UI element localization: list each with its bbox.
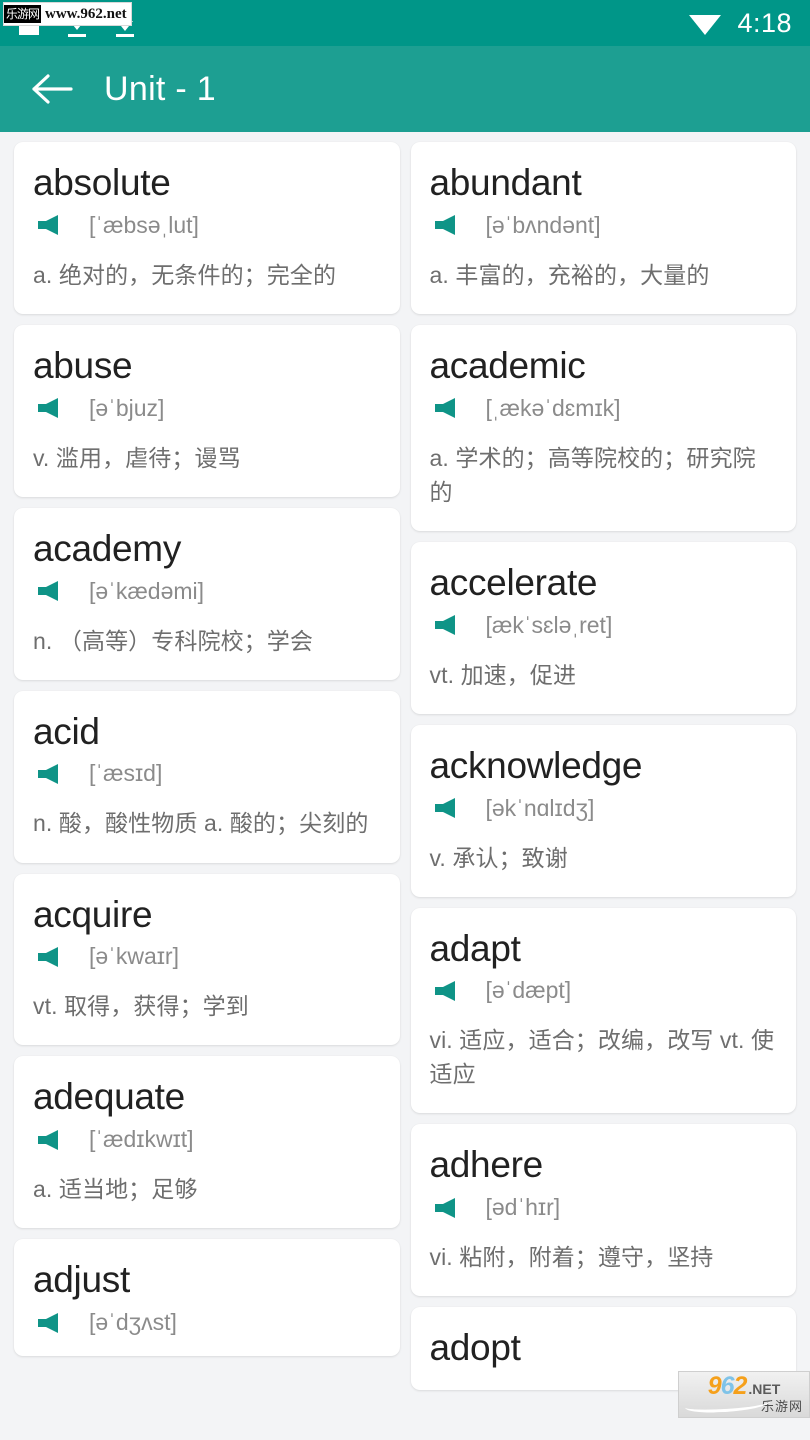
word-title: academy (33, 527, 182, 569)
phonetic-text: [ədˈhɪr] (485, 1194, 561, 1221)
watermark-url: www.962.net (45, 5, 127, 22)
word-title: adjust (33, 1259, 130, 1301)
speaker-icon[interactable] (36, 763, 66, 785)
phonetic-row: [əˈdʒʌst] (33, 1311, 380, 1334)
word-card[interactable]: accelerate [ækˈsɛləˌret] vt. 加速，促进 (410, 541, 796, 714)
status-bar: 4:18 乐游网 www.962.net (0, 0, 810, 46)
back-button[interactable] (26, 63, 78, 115)
word-title: acid (33, 710, 100, 752)
word-card[interactable]: acquire [əˈkwaɪr] vt. 取得，获得；学到 (14, 873, 400, 1046)
phonetic-row: [ˈæsɪd] (33, 762, 380, 785)
watermark-logo: 962 .NET 乐游网 (678, 1371, 810, 1418)
word-card[interactable]: acid [ˈæsɪd] n. 酸，酸性物质 a. 酸的；尖刻的 (14, 690, 400, 863)
phonetic-row: [ədˈhɪr] (430, 1196, 777, 1219)
word-title: abuse (33, 344, 133, 386)
phonetic-row: [əkˈnɑlɪdʒ] (430, 794, 777, 821)
phonetic-row: [ˈæbsəˌlut] (33, 211, 380, 238)
word-title: adapt (429, 927, 521, 969)
phonetic-text: [əˈkwaɪr] (89, 943, 179, 970)
word-card[interactable]: academic [ˌækəˈdɛmɪk] a. 学术的；高等院校的；研究院的 (410, 324, 796, 531)
speaker-icon[interactable] (36, 397, 66, 419)
speaker-icon[interactable] (433, 397, 463, 419)
phonetic-text: [ˌækəˈdɛmɪk] (485, 394, 621, 421)
speaker-icon[interactable] (36, 1312, 66, 1334)
phonetic-text: [əˈkædəmi] (89, 577, 205, 604)
meaning-text: n. 酸，酸性物质 a. 酸的；尖刻的 (33, 810, 369, 837)
phonetic-text: [əˈdʒʌst] (89, 1309, 177, 1336)
phonetic-row: [əˈbʌndənt] (430, 211, 777, 238)
word-card[interactable]: adjust [əˈdʒʌst] (14, 1239, 400, 1357)
speaker-icon[interactable] (433, 614, 463, 636)
word-card[interactable]: acknowledge [əkˈnɑlɪdʒ] v. 承认；致谢 (410, 724, 796, 897)
meaning-text: v. 承认；致谢 (429, 844, 568, 871)
speaker-icon[interactable] (36, 580, 66, 602)
word-title: acknowledge (429, 744, 643, 786)
speaker-icon[interactable] (433, 1197, 463, 1219)
watermark-badge: 乐游网 (4, 5, 42, 23)
phonetic-row: [ækˈsɛləˌret] (430, 611, 777, 638)
word-card-grid: absolute [ˈæbsəˌlut] a. 绝对的，无条件的；完全的 abu… (0, 132, 810, 1391)
word-title: adhere (429, 1144, 544, 1186)
word-title: academic (429, 344, 586, 386)
status-bar-right: 4:18 (687, 9, 792, 37)
phonetic-text: [əˈbjuz] (89, 394, 165, 421)
speaker-icon[interactable] (36, 1129, 66, 1151)
page-title: Unit - 1 (104, 69, 216, 108)
grid-column-left: absolute [ˈæbsəˌlut] a. 绝对的，无条件的；完全的 abu… (14, 142, 400, 1357)
speaker-icon[interactable] (433, 797, 463, 819)
meaning-text: a. 绝对的，无条件的；完全的 (33, 261, 337, 288)
watermark-url-strip: 乐游网 www.962.net (3, 2, 132, 26)
speaker-icon[interactable] (36, 214, 66, 236)
word-title: accelerate (429, 561, 598, 603)
word-card[interactable]: abuse [əˈbjuz] v. 滥用，虐待；谩骂 (14, 324, 400, 497)
speaker-icon[interactable] (433, 214, 463, 236)
phonetic-row: [əˈbjuz] (33, 394, 380, 421)
meaning-text: a. 丰富的，充裕的，大量的 (429, 261, 710, 288)
meaning-text: n. （高等）专科院校；学会 (33, 627, 313, 654)
word-title: absolute (33, 162, 171, 203)
meaning-text: a. 学术的；高等院校的；研究院的 (429, 444, 756, 505)
phonetic-text: [əˈbʌndənt] (485, 211, 601, 238)
phonetic-text: [ˈæsɪd] (89, 760, 163, 787)
word-card[interactable]: academy [əˈkædəmi] n. （高等）专科院校；学会 (14, 507, 400, 680)
phonetic-text: [ˈædɪkwɪt] (89, 1126, 194, 1153)
word-card[interactable]: abundant [əˈbʌndənt] a. 丰富的，充裕的，大量的 (410, 142, 796, 314)
phonetic-text: [ˈæbsəˌlut] (89, 211, 199, 238)
meaning-text: v. 滥用，虐待；谩骂 (33, 444, 241, 471)
word-title: acquire (33, 893, 153, 935)
meaning-text: vt. 加速，促进 (429, 661, 577, 688)
meaning-text: vt. 取得，获得；学到 (33, 993, 249, 1020)
word-title: abundant (429, 162, 582, 203)
phonetic-row: [ˌækəˈdɛmɪk] (430, 394, 777, 421)
phonetic-text: [əˈdæpt] (485, 977, 572, 1004)
phonetic-text: [əkˈnɑlɪdʒ] (485, 794, 595, 821)
word-card[interactable]: adequate [ˈædɪkwɪt] a. 适当地；足够 (14, 1056, 400, 1229)
speaker-icon[interactable] (433, 980, 463, 1002)
meaning-text: a. 适当地；足够 (33, 1176, 198, 1203)
word-card[interactable]: adapt [əˈdæpt] vi. 适应，适合；改编，改写 vt. 使适应 (410, 907, 796, 1114)
status-bar-clock: 4:18 (737, 7, 792, 38)
phonetic-row: [əˈdæpt] (430, 979, 777, 1002)
word-card[interactable]: absolute [ˈæbsəˌlut] a. 绝对的，无条件的；完全的 (14, 142, 400, 314)
phonetic-row: [ˈædɪkwɪt] (33, 1128, 380, 1151)
meaning-text: vi. 粘附，附着；遵守，坚持 (429, 1244, 714, 1271)
word-title: adopt (429, 1327, 521, 1369)
phonetic-row: [əˈkwaɪr] (33, 945, 380, 968)
phonetic-text: [ækˈsɛləˌret] (485, 611, 613, 638)
speaker-icon[interactable] (36, 946, 66, 968)
app-toolbar: Unit - 1 (0, 46, 810, 132)
wifi-icon (689, 15, 722, 35)
app-root: 4:18 乐游网 www.962.net Unit - 1 absolute [… (0, 0, 810, 1440)
word-card[interactable]: adhere [ədˈhɪr] vi. 粘附，附着；遵守，坚持 (410, 1124, 796, 1297)
phonetic-row: [əˈkædəmi] (33, 577, 380, 604)
word-title: adequate (33, 1076, 185, 1118)
arrow-left-icon (32, 74, 73, 104)
meaning-text: vi. 适应，适合；改编，改写 vt. 使适应 (429, 1027, 775, 1088)
grid-column-right: abundant [əˈbʌndənt] a. 丰富的，充裕的，大量的 acad… (410, 142, 796, 1391)
